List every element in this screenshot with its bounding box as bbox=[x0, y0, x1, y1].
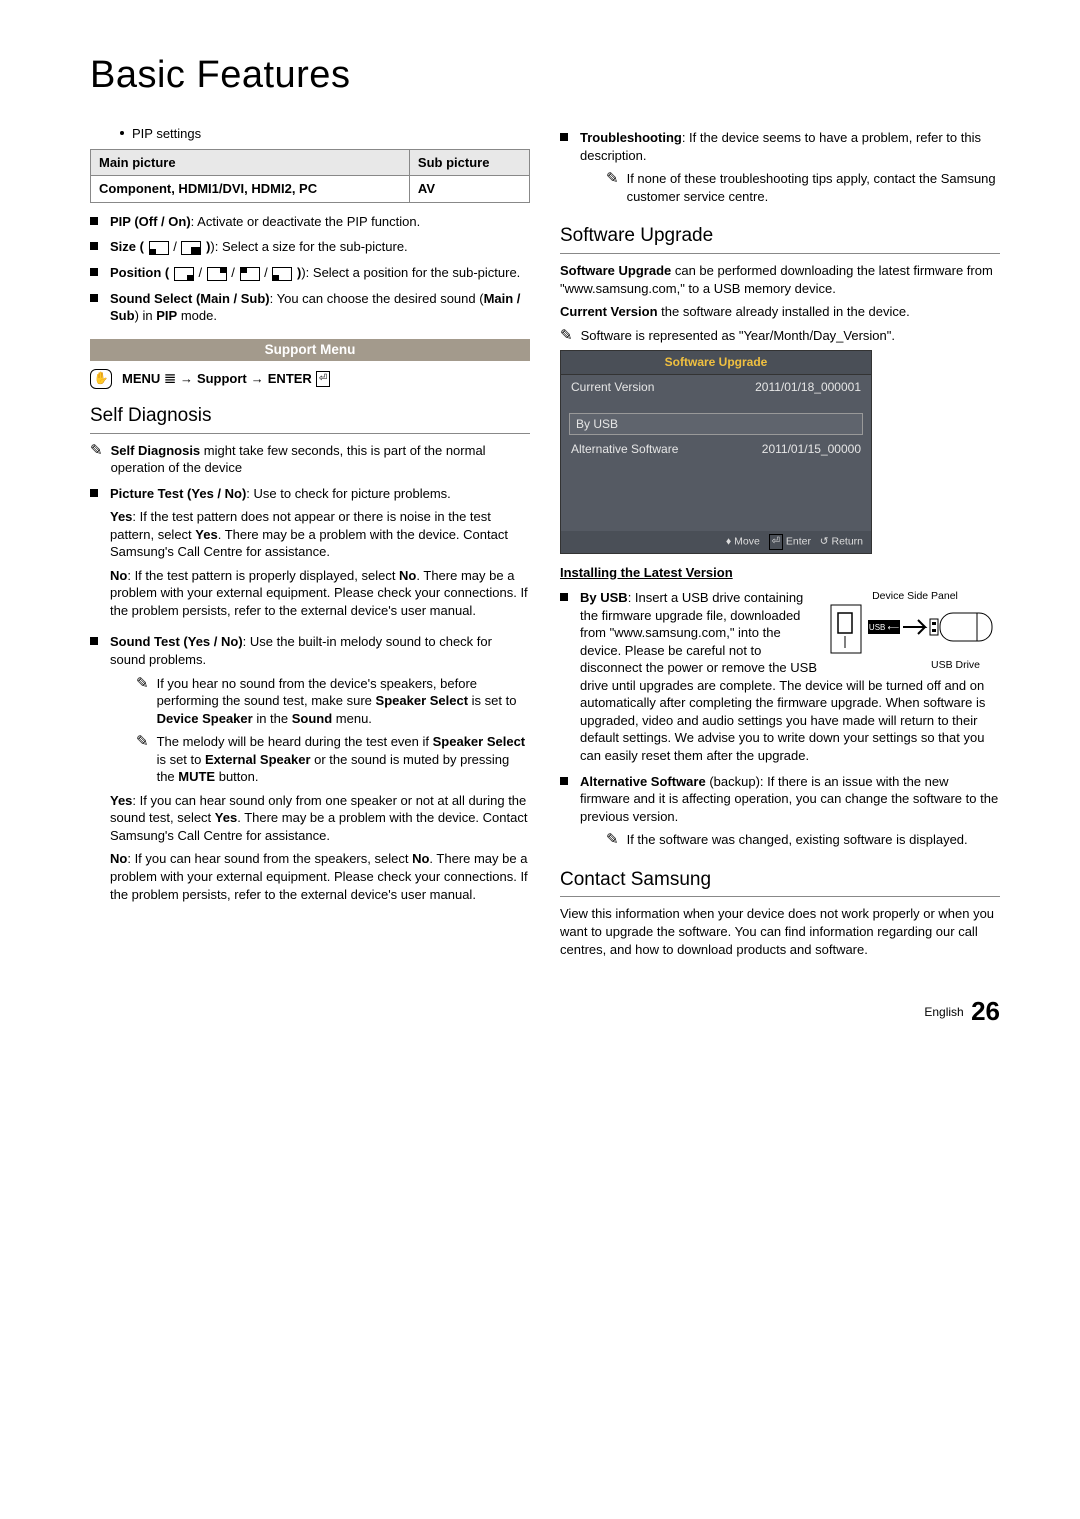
pos-icon-3 bbox=[240, 267, 260, 281]
self-diagnosis-heading: Self Diagnosis bbox=[90, 403, 530, 429]
hand-icon: ✎ bbox=[560, 328, 573, 345]
pip-settings-label: PIP settings bbox=[132, 125, 201, 143]
page-footer: English 26 bbox=[90, 994, 1000, 1029]
alt-sw-label: Alternative Software bbox=[580, 774, 706, 789]
pip-td-main: Component, HDMI1/DVI, HDMI2, PC bbox=[91, 176, 410, 203]
hand-icon: ✎ bbox=[606, 171, 619, 205]
size-icon-large bbox=[181, 241, 201, 255]
picture-test-label: Picture Test (Yes / No) bbox=[110, 486, 246, 501]
sound-test-label: Sound Test (Yes / No) bbox=[110, 634, 243, 649]
contact-samsung-heading: Contact Samsung bbox=[560, 867, 1000, 893]
size-text: ): Select a size for the sub-picture. bbox=[210, 239, 407, 254]
diagram-drive-label: USB Drive bbox=[830, 658, 1000, 672]
move-icon: ♦ bbox=[726, 536, 734, 548]
pip-td-sub: AV bbox=[409, 176, 529, 203]
sound-select-item: Sound Select (Main / Sub): You can choos… bbox=[90, 290, 530, 325]
menu-path: ✋ MENU 𝌆 → Support → ENTER ⏎ bbox=[90, 369, 530, 389]
alt-sw-note: ✎ If the software was changed, existing … bbox=[606, 831, 1000, 849]
hand-icon: ✎ bbox=[90, 443, 103, 477]
usb-diagram: Device Side Panel USB ⟵ US bbox=[830, 589, 1000, 672]
picture-test-item: Picture Test (Yes / No): Use to check fo… bbox=[90, 485, 530, 626]
diagram-panel-label: Device Side Panel bbox=[830, 589, 1000, 603]
osd-cv-label: Current Version bbox=[571, 379, 654, 395]
support-menu-bar: Support Menu bbox=[90, 339, 530, 361]
sound-test-note1: ✎ If you hear no sound from the device's… bbox=[136, 675, 530, 728]
sw-intro: Software Upgrade can be performed downlo… bbox=[560, 262, 1000, 297]
pip-th-sub: Sub picture bbox=[409, 149, 529, 176]
pos-icon-1 bbox=[174, 267, 194, 281]
by-usb-label: By USB bbox=[580, 590, 628, 605]
osd-title: Software Upgrade bbox=[561, 351, 871, 374]
enter-icon: ⏎ bbox=[769, 534, 783, 550]
pip-table: Main picture Sub picture Component, HDMI… bbox=[90, 149, 530, 203]
osd-footer: ♦ Move ⏎ Enter ↺ Return bbox=[561, 531, 871, 553]
alternative-software-item: Alternative Software (backup): If there … bbox=[560, 773, 1000, 855]
sound-select-label: Sound Select (Main / Sub) bbox=[110, 291, 270, 306]
osd-alt-label: Alternative Software bbox=[571, 441, 678, 457]
pos-icon-4 bbox=[272, 267, 292, 281]
hand-icon: ✎ bbox=[136, 734, 149, 786]
pip-settings-bullet: PIP settings bbox=[120, 125, 530, 143]
size-item: Size ( / )): Select a size for the sub-p… bbox=[90, 238, 530, 256]
pip-onoff-text: : Activate or deactivate the PIP functio… bbox=[191, 214, 421, 229]
page-title: Basic Features bbox=[90, 50, 1000, 101]
osd-alt-value: 2011/01/15_00000 bbox=[762, 441, 861, 457]
return-icon: ↺ bbox=[820, 536, 832, 548]
osd-by-usb: By USB bbox=[569, 413, 863, 435]
usb-port-label: USB ⟵ bbox=[869, 623, 900, 632]
left-column: PIP settings Main picture Sub picture Co… bbox=[90, 121, 530, 964]
install-heading: Installing the Latest Version bbox=[560, 564, 1000, 582]
right-column: Troubleshooting: If the device seems to … bbox=[560, 121, 1000, 964]
footer-lang: English bbox=[924, 1005, 963, 1019]
troubleshooting-note: ✎ If none of these troubleshooting tips … bbox=[606, 170, 1000, 205]
position-label: Position ( bbox=[110, 265, 169, 280]
menu-grid-icon: 𝌆 bbox=[164, 370, 176, 388]
hand-icon: ✎ bbox=[136, 676, 149, 728]
sound-test-note2: ✎ The melody will be heard during the te… bbox=[136, 733, 530, 786]
software-upgrade-heading: Software Upgrade bbox=[560, 223, 1000, 249]
sw-note: ✎ Software is represented as "Year/Month… bbox=[560, 327, 1000, 345]
pip-onoff-label: PIP (Off / On) bbox=[110, 214, 191, 229]
pip-onoff-item: PIP (Off / On): Activate or deactivate t… bbox=[90, 213, 530, 231]
contact-text: View this information when your device d… bbox=[560, 905, 1000, 958]
remote-icon: ✋ bbox=[90, 369, 112, 389]
self-diag-note: ✎ Self Diagnosis might take few seconds,… bbox=[90, 442, 530, 477]
size-label: Size ( bbox=[110, 239, 144, 254]
current-version-line: Current Version the software already ins… bbox=[560, 303, 1000, 321]
pip-th-main: Main picture bbox=[91, 149, 410, 176]
size-icon-small bbox=[149, 241, 169, 255]
enter-icon: ⏎ bbox=[316, 371, 330, 387]
position-item: Position ( / / / )): Select a position f… bbox=[90, 264, 530, 282]
osd-cv-value: 2011/01/18_000001 bbox=[755, 379, 861, 395]
troubleshooting-label: Troubleshooting bbox=[580, 130, 682, 145]
footer-page-number: 26 bbox=[971, 996, 1000, 1026]
position-text: ): Select a position for the sub-picture… bbox=[301, 265, 520, 280]
sound-test-item: Sound Test (Yes / No): Use the built-in … bbox=[90, 633, 530, 909]
troubleshooting-item: Troubleshooting: If the device seems to … bbox=[560, 129, 1000, 211]
pos-icon-2 bbox=[207, 267, 227, 281]
hand-icon: ✎ bbox=[606, 832, 619, 849]
by-usb-item: Device Side Panel USB ⟵ US bbox=[560, 589, 1000, 764]
osd-panel: Software Upgrade Current Version 2011/01… bbox=[560, 350, 872, 553]
